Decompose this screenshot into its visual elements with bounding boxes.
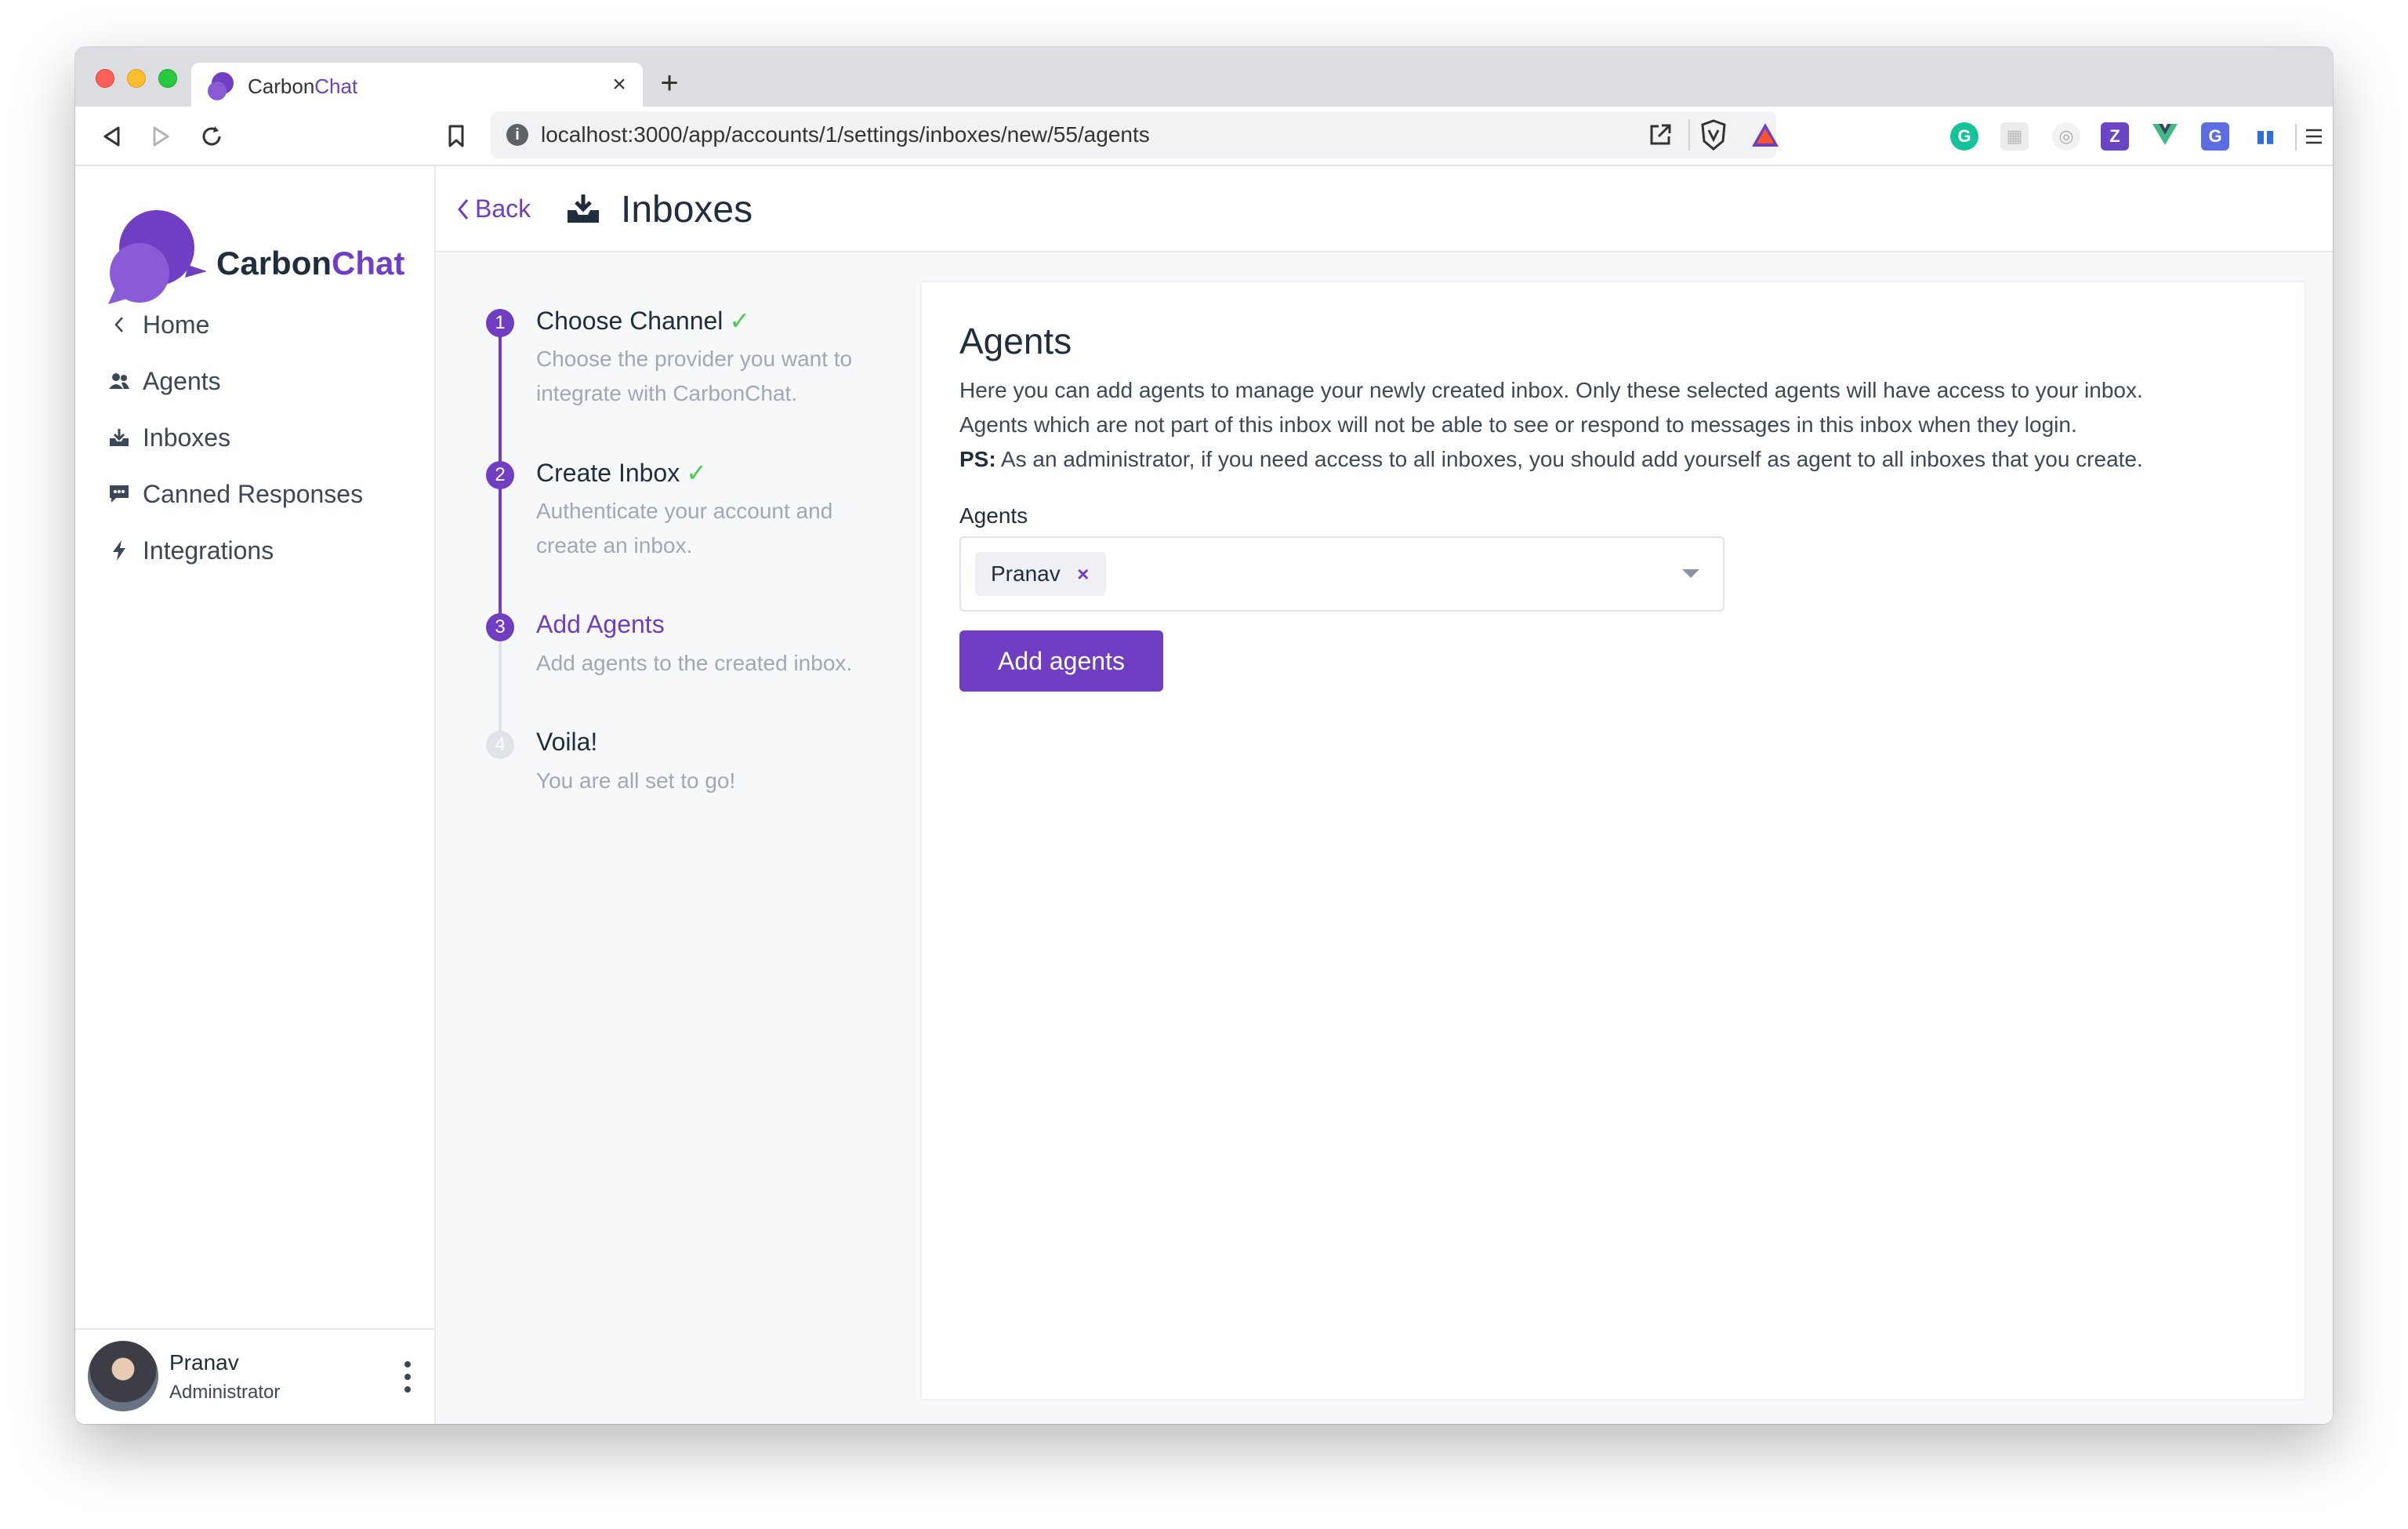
sidebar: CarbonChat Home Agents Inboxes Canned Re… bbox=[75, 166, 436, 1424]
add-agents-button[interactable]: Add agents bbox=[959, 630, 1163, 692]
browser-menu-icon[interactable] bbox=[2298, 121, 2330, 152]
tab-close-icon[interactable]: × bbox=[605, 71, 633, 99]
sidebar-item-label: Agents bbox=[143, 366, 221, 395]
user-panel: Pranav Administrator bbox=[75, 1328, 434, 1424]
chevron-left-icon bbox=[107, 312, 132, 337]
chat-bubble-icon bbox=[107, 481, 132, 507]
inbox-icon bbox=[107, 425, 132, 450]
brave-rewards-icon[interactable] bbox=[1750, 121, 1781, 149]
tab-bar: CarbonChat × + bbox=[75, 47, 2333, 107]
dropdown-arrow-icon[interactable] bbox=[1682, 569, 1699, 578]
address-bar[interactable]: i localhost:3000/app/accounts/1/settings… bbox=[491, 111, 1779, 158]
content-area: 1 Choose Channel ✓ Choose the provider yo… bbox=[436, 254, 2333, 1424]
agents-field-label: Agents bbox=[959, 503, 1028, 528]
step-title: Add Agents bbox=[536, 610, 665, 638]
back-label: Back bbox=[475, 194, 531, 223]
forward-nav-icon[interactable] bbox=[146, 121, 177, 152]
checkmark-icon: ✓ bbox=[729, 307, 751, 335]
sidebar-item-label: Integrations bbox=[143, 536, 274, 565]
lightning-icon bbox=[107, 538, 132, 563]
brave-shield-icon[interactable] bbox=[1699, 119, 1728, 151]
close-window-button[interactable] bbox=[96, 69, 114, 88]
chevron-left-icon bbox=[458, 198, 469, 220]
sidebar-item-home[interactable]: Home bbox=[107, 303, 209, 347]
reload-icon[interactable] bbox=[196, 121, 227, 152]
step-number: 2 bbox=[486, 461, 514, 489]
sidebar-item-agents[interactable]: Agents bbox=[107, 359, 221, 403]
site-info-icon[interactable]: i bbox=[506, 124, 528, 146]
description-line: Here you can add agents to manage your n… bbox=[959, 378, 2143, 402]
sidebar-item-label: Inboxes bbox=[143, 423, 231, 452]
user-name: Pranav bbox=[169, 1350, 239, 1375]
browser-toolbar: i localhost:3000/app/accounts/1/settings… bbox=[75, 107, 2333, 166]
step-number: 3 bbox=[486, 613, 514, 641]
card-title: Agents bbox=[959, 321, 1072, 361]
back-nav-icon[interactable] bbox=[96, 121, 127, 152]
page-header: Back Inboxes bbox=[436, 166, 2333, 252]
agents-multiselect[interactable]: Pranav × bbox=[959, 536, 1724, 612]
extension-circle-icon[interactable]: ◎ bbox=[2052, 122, 2080, 151]
translate-extension-icon[interactable]: G bbox=[2201, 122, 2229, 151]
browser-tab[interactable]: CarbonChat × bbox=[191, 63, 643, 107]
description-line: Agents which are not part of this inbox … bbox=[959, 412, 2077, 437]
step-description: You are all set to go! bbox=[536, 768, 736, 793]
step-title: Voila! bbox=[536, 728, 598, 756]
browser-window: CarbonChat × + i localhost:3000/app/acco… bbox=[75, 47, 2333, 1424]
carbonchat-logo-icon bbox=[108, 210, 207, 304]
sidebar-item-canned-responses[interactable]: Canned Responses bbox=[107, 472, 363, 516]
extension-grid-icon[interactable]: ▦ bbox=[2000, 122, 2029, 151]
vue-devtools-icon[interactable] bbox=[2151, 122, 2179, 151]
sidebar-item-integrations[interactable]: Integrations bbox=[107, 528, 274, 572]
people-icon bbox=[107, 369, 132, 394]
checkmark-icon: ✓ bbox=[686, 459, 708, 487]
user-menu-icon[interactable] bbox=[403, 1361, 412, 1393]
toolbar-divider bbox=[2295, 124, 2297, 151]
address-bar-divider bbox=[1688, 119, 1690, 151]
agent-tag-label: Pranav bbox=[991, 561, 1061, 586]
app: CarbonChat Home Agents Inboxes Canned Re… bbox=[75, 166, 2333, 1424]
agent-tag: Pranav × bbox=[975, 552, 1106, 596]
maximize-window-button[interactable] bbox=[158, 69, 177, 88]
tab-title: CarbonChat bbox=[248, 74, 358, 98]
step-description: Add agents to the created inbox. bbox=[536, 651, 853, 675]
bookmark-icon[interactable] bbox=[441, 121, 472, 152]
step-number: 1 bbox=[486, 309, 514, 337]
sidebar-item-inboxes[interactable]: Inboxes bbox=[107, 416, 230, 459]
zenhub-extension-icon[interactable]: Z bbox=[2101, 122, 2129, 151]
open-external-icon[interactable] bbox=[1648, 122, 1673, 147]
url-text: localhost:3000/app/accounts/1/settings/i… bbox=[541, 122, 1150, 147]
logo-text: CarbonChat bbox=[216, 245, 405, 281]
sidebar-item-label: Canned Responses bbox=[143, 479, 364, 508]
avatar[interactable] bbox=[88, 1341, 158, 1411]
step-description: Choose the provider you want to integrat… bbox=[536, 347, 853, 405]
card-description: Here you can add agents to manage your n… bbox=[959, 373, 2276, 477]
step-title: Create Inbox ✓ bbox=[536, 459, 708, 487]
description-ps: PS: As an administrator, if you need acc… bbox=[959, 447, 2143, 471]
sidebar-item-label: Home bbox=[143, 310, 210, 339]
step-title: Choose Channel ✓ bbox=[536, 307, 751, 335]
carbonchat-favicon-icon bbox=[208, 72, 234, 100]
new-tab-button[interactable]: + bbox=[654, 67, 685, 100]
step-number: 4 bbox=[486, 731, 514, 759]
user-role: Administrator bbox=[169, 1382, 281, 1403]
inbox-icon bbox=[568, 194, 599, 223]
grammarly-extension-icon[interactable]: G bbox=[1950, 122, 1978, 151]
tag-remove-icon[interactable]: × bbox=[1072, 552, 1095, 596]
agents-card: Agents Here you can add agents to manage… bbox=[920, 281, 2306, 1400]
page-title: Inboxes bbox=[621, 189, 753, 231]
back-button[interactable]: Back bbox=[456, 194, 531, 223]
minimize-window-button[interactable] bbox=[127, 69, 146, 88]
step-description: Authenticate your account and create an … bbox=[536, 499, 833, 557]
bars-extension-icon[interactable]: ▮▮ bbox=[2251, 122, 2279, 151]
